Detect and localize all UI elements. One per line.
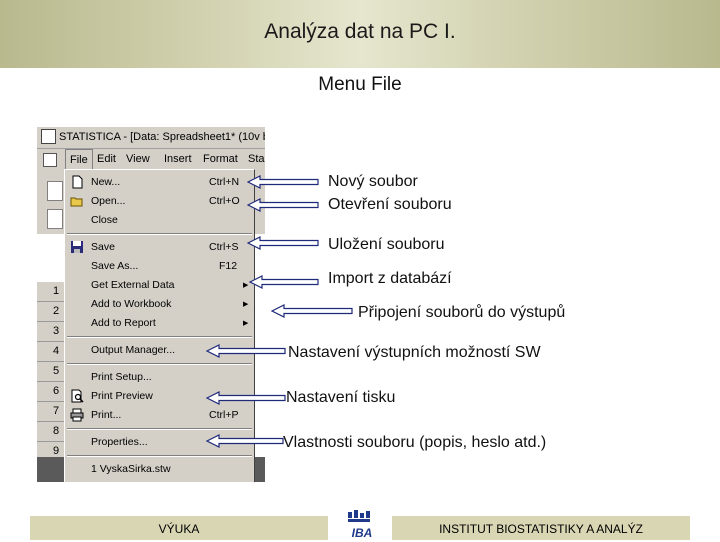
annotation-open-file: Otevření souboru (328, 196, 452, 213)
annotation-import-db: Import z databází (328, 270, 452, 287)
annotation-print-settings: Nastavení tisku (286, 389, 396, 406)
annotation-new-file: Nový soubor (328, 173, 418, 190)
footer-right: INSTITUT BIOSTATISTIKY A ANALÝZ (392, 516, 690, 540)
annotation-output-settings: Nastavení výstupních možností SW (288, 344, 541, 361)
arrow-new (246, 175, 319, 189)
arrow-import (248, 275, 319, 289)
arrow-output-settings (205, 344, 286, 358)
iba-logo-text: IBA (352, 526, 373, 540)
arrow-save (246, 236, 319, 250)
arrow-print-settings (205, 391, 286, 405)
arrow-open (246, 198, 319, 212)
footer-left: VÝUKA (30, 516, 328, 540)
annotation-save-file: Uložení souboru (328, 236, 445, 253)
annotation-properties: Vlastnosti souboru (popis, heslo atd.) (283, 434, 547, 451)
annotation-attach-output: Připojení souborů do výstupů (358, 304, 566, 321)
arrow-attach-output (270, 304, 353, 318)
iba-logo: IBA (348, 510, 373, 540)
arrow-properties (205, 434, 284, 448)
